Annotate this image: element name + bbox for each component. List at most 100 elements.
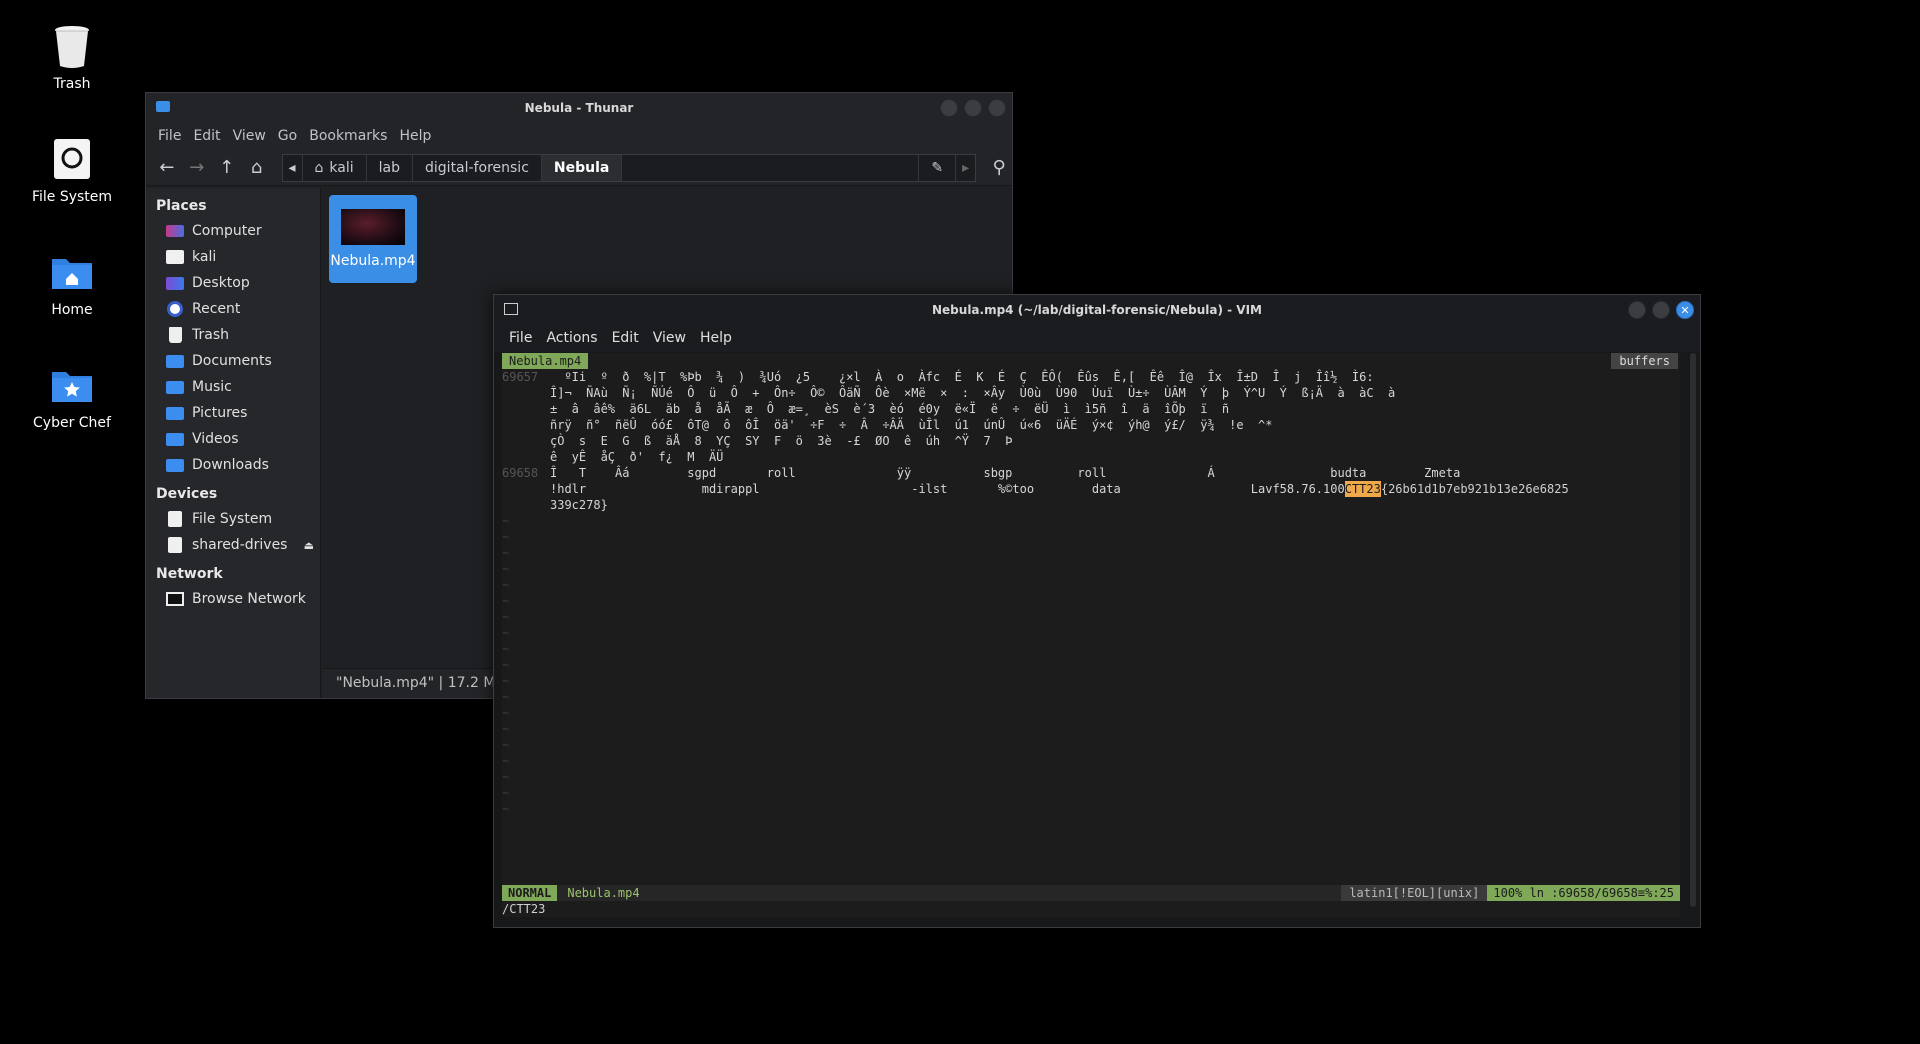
vim-editor[interactable]: Nebula.mp4 buffers 69657 ºIi º ð %|T %Þb… bbox=[502, 353, 1680, 917]
star-folder-icon bbox=[50, 363, 94, 407]
vim-window: Nebula.mp4 (~/lab/digital-forensic/Nebul… bbox=[493, 294, 1701, 928]
sidebar-item-recent[interactable]: Recent bbox=[146, 296, 320, 322]
computer-icon bbox=[166, 223, 184, 239]
menu-view[interactable]: View bbox=[646, 325, 693, 352]
sidebar-label: Videos bbox=[192, 431, 239, 447]
sidebar-item-downloads[interactable]: Downloads bbox=[146, 452, 320, 478]
vim-empty-lines: ~ ~ ~ ~ ~ ~ ~ ~ ~ ~ ~ ~ ~ ~ ~ ~ ~ ~ ~ bbox=[502, 513, 1680, 817]
vim-tab[interactable]: Nebula.mp4 bbox=[502, 353, 589, 369]
empty-line-marker: ~ bbox=[502, 786, 510, 800]
folder-icon bbox=[156, 101, 170, 112]
thunar-toolbar: ← → ↑ ⌂ ◂ ⌂ kali lab digital-forensic Neb… bbox=[146, 150, 1012, 186]
path-scroll-right-icon[interactable]: ▸ bbox=[955, 154, 975, 181]
sidebar-item-desktop[interactable]: Desktop bbox=[146, 270, 320, 296]
close-button[interactable] bbox=[988, 99, 1006, 117]
menu-edit[interactable]: Edit bbox=[605, 325, 646, 352]
desktop-icon-home[interactable]: Home bbox=[12, 250, 132, 318]
vim-titlebar[interactable]: Nebula.mp4 (~/lab/digital-forensic/Nebul… bbox=[494, 295, 1700, 325]
search-icon[interactable]: ⚲ bbox=[986, 155, 1012, 181]
path-segment-digital-forensic[interactable]: digital-forensic bbox=[413, 154, 542, 181]
menu-edit[interactable]: Edit bbox=[187, 123, 226, 150]
path-label: kali bbox=[329, 159, 354, 176]
line-number: 69658 bbox=[502, 466, 539, 480]
maximize-button[interactable] bbox=[1652, 301, 1670, 319]
status-encoding: latin1[!EOL][unix] bbox=[1341, 885, 1488, 901]
desktop-icon bbox=[166, 275, 184, 291]
line-text: Î]¬ ÑAù Ñ¡ ÑÚé Ô ü Ô + Ôn÷ Ô© ÔäÑ Ôè ×Më… bbox=[550, 386, 1396, 400]
vim-line: 69657 ºIi º ð %|T %Þb ¾ ) ¾Uó ¿5 ¿×l À o… bbox=[502, 369, 1680, 385]
empty-line-marker: ~ bbox=[502, 594, 510, 608]
minimize-button[interactable] bbox=[1628, 301, 1646, 319]
menu-help[interactable]: Help bbox=[393, 123, 437, 150]
home-folder-icon bbox=[50, 250, 94, 294]
path-segment-nebula[interactable]: Nebula bbox=[541, 154, 623, 181]
empty-line-marker: ~ bbox=[502, 674, 510, 688]
vim-cmdline: /CTT23 bbox=[502, 902, 546, 916]
sidebar-item-file-system[interactable]: File System bbox=[146, 506, 320, 532]
desktop-icon-cyber-chef[interactable]: Cyber Chef bbox=[12, 363, 132, 431]
search-match: CTT23 bbox=[1344, 481, 1381, 497]
buffers-label: buffers bbox=[1611, 353, 1678, 369]
sidebar-item-trash[interactable]: Trash bbox=[146, 322, 320, 348]
vim-scrollbar[interactable] bbox=[1690, 353, 1696, 907]
sidebar-item-browse-network[interactable]: Browse Network bbox=[146, 586, 320, 612]
sidebar-item-shared-drives[interactable]: shared-drives ⏏ bbox=[146, 532, 320, 558]
sidebar-item-videos[interactable]: Videos bbox=[146, 426, 320, 452]
vim-tabline: Nebula.mp4 buffers bbox=[502, 353, 1680, 369]
menu-file[interactable]: File bbox=[502, 325, 539, 352]
menu-actions[interactable]: Actions bbox=[539, 325, 604, 352]
line-text: çÒ s E G ß äÅ 8 YÇ SY F ö 3è -£ ØO ê úh … bbox=[550, 434, 1013, 448]
file-item[interactable]: Nebula.mp4 bbox=[329, 195, 417, 283]
menu-file[interactable]: File bbox=[152, 123, 187, 150]
menu-help[interactable]: Help bbox=[693, 325, 739, 352]
places-heading: Places bbox=[156, 198, 207, 214]
desktop-icon-label: File System bbox=[31, 189, 113, 205]
desktop-icon-label: Cyber Chef bbox=[33, 415, 111, 431]
sidebar-item-pictures[interactable]: Pictures bbox=[146, 400, 320, 426]
path-scroll-left-icon[interactable]: ◂ bbox=[283, 154, 303, 181]
maximize-button[interactable] bbox=[964, 99, 982, 117]
up-arrow-icon[interactable]: ↑ bbox=[214, 155, 240, 181]
path-bar: ◂ ⌂ kali lab digital-forensic Nebula ✎ ▸ bbox=[281, 153, 977, 182]
sidebar-item-kali[interactable]: kali bbox=[146, 244, 320, 270]
vim-mode: NORMAL bbox=[502, 885, 558, 901]
empty-line-marker: ~ bbox=[502, 626, 510, 640]
empty-line-marker: ~ bbox=[502, 610, 510, 624]
line-text: 339c278} bbox=[550, 498, 608, 512]
desktop-icon-file-system[interactable]: File System bbox=[12, 137, 132, 205]
sidebar-label: File System bbox=[192, 511, 273, 527]
edit-pencil-icon[interactable]: ✎ bbox=[918, 154, 955, 181]
eject-icon[interactable]: ⏏ bbox=[304, 539, 314, 552]
sidebar-item-music[interactable]: Music bbox=[146, 374, 320, 400]
close-button[interactable]: ✕ bbox=[1676, 301, 1694, 319]
empty-line-marker: ~ bbox=[502, 738, 510, 752]
home-icon: ⌂ bbox=[314, 159, 324, 176]
home-folder-icon bbox=[166, 249, 184, 265]
pictures-folder-icon bbox=[166, 405, 184, 421]
vim-line: ñrÿ ñ° ñëÛ óó£ ôT@ ô ôÎ öä' ÷F ÷ Â ÷ÂÄ ù… bbox=[502, 417, 1680, 433]
path-segment-kali[interactable]: ⌂ kali bbox=[303, 154, 367, 181]
path-segment-lab[interactable]: lab bbox=[367, 154, 414, 181]
sidebar-label: shared-drives bbox=[192, 537, 288, 553]
line-number bbox=[502, 401, 550, 417]
sidebar-item-computer[interactable]: Computer bbox=[146, 218, 320, 244]
desktop-icon-trash[interactable]: Trash bbox=[12, 24, 132, 92]
empty-line-marker: ~ bbox=[502, 514, 510, 528]
thunar-titlebar[interactable]: Nebula - Thunar bbox=[146, 93, 1012, 123]
menu-view[interactable]: View bbox=[227, 123, 272, 150]
line-number bbox=[502, 433, 550, 449]
thunar-sidebar: Places Computer kali Desktop Recent Tras… bbox=[146, 188, 321, 698]
desktop-icon-label: Home bbox=[51, 302, 93, 318]
menu-bookmarks[interactable]: Bookmarks bbox=[303, 123, 393, 150]
desktop-icon-label: Trash bbox=[53, 76, 91, 92]
match-continuation: {26b61d1b7eb921b13e26e6825 bbox=[1380, 482, 1569, 496]
line-number bbox=[502, 449, 550, 465]
minimize-button[interactable] bbox=[940, 99, 958, 117]
drive-icon bbox=[50, 137, 94, 181]
back-arrow-icon[interactable]: ← bbox=[154, 155, 180, 181]
sidebar-item-documents[interactable]: Documents bbox=[146, 348, 320, 374]
empty-line-marker: ~ bbox=[502, 562, 510, 576]
home-icon[interactable]: ⌂ bbox=[244, 155, 270, 181]
menu-go[interactable]: Go bbox=[272, 123, 303, 150]
forward-arrow-icon[interactable]: → bbox=[184, 155, 210, 181]
